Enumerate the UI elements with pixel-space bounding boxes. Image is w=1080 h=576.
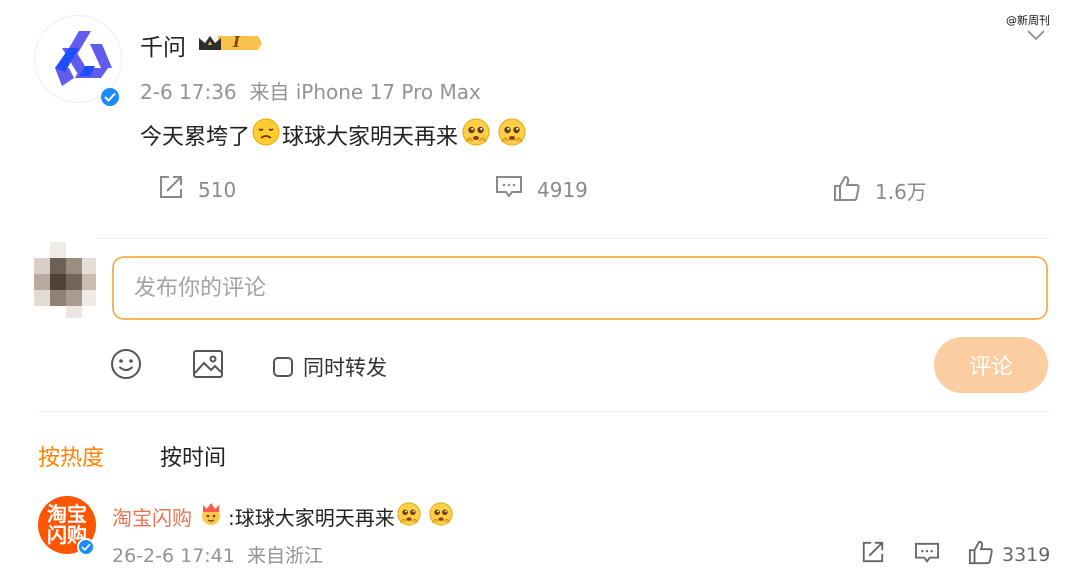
verified-badge-icon xyxy=(77,538,95,556)
comment-icon xyxy=(495,174,523,205)
author-name[interactable]: 千问 xyxy=(140,28,186,62)
share-icon xyxy=(861,540,885,569)
comment-item: 淘宝闪购 :球球大家明天再来 xyxy=(112,502,453,531)
comment-button[interactable]: 4919 xyxy=(495,174,588,205)
comment-count: 4919 xyxy=(537,177,588,202)
comment-reply-button[interactable] xyxy=(914,541,940,570)
comment-author-name[interactable]: 淘宝闪购 xyxy=(112,502,192,531)
pleading-face-icon xyxy=(397,502,421,531)
tab-sort-time[interactable]: 按时间 xyxy=(160,440,226,472)
share-icon xyxy=(158,174,184,205)
comment-icon xyxy=(914,541,940,570)
comment-text: :球球大家明天再来 xyxy=(228,506,395,530)
image-upload-button[interactable] xyxy=(192,349,224,383)
vip-crown-icon xyxy=(198,502,224,531)
post-text-part1: 今天累垮了 xyxy=(140,125,251,150)
repost-checkbox[interactable]: 同时转发 xyxy=(273,352,387,382)
post-meta: 2-6 17:36 来自 iPhone 17 Pro Max xyxy=(140,80,481,104)
level-badge-label: I xyxy=(233,33,241,51)
divider xyxy=(38,238,1050,239)
image-icon xyxy=(192,349,224,383)
checkbox-icon[interactable] xyxy=(273,357,293,377)
member-level-badge[interactable]: I xyxy=(196,32,262,58)
comment-like-button[interactable]: 3319 xyxy=(968,539,1050,570)
emoji-picker-button[interactable] xyxy=(110,348,142,384)
tired-face-icon xyxy=(252,118,280,152)
comment-repost-button[interactable] xyxy=(861,540,885,569)
user-avatar[interactable] xyxy=(34,238,96,320)
pleading-face-icon xyxy=(462,118,490,152)
comment-meta: 26-2-6 17:41 来自浙江 xyxy=(112,545,323,567)
tab-sort-hot[interactable]: 按热度 xyxy=(38,440,104,472)
smiley-icon xyxy=(110,348,142,384)
verified-badge-icon xyxy=(99,86,121,108)
like-button[interactable]: 1.6万 xyxy=(833,174,927,207)
divider xyxy=(38,411,1050,412)
comment-like-count: 3319 xyxy=(1002,543,1051,566)
like-count: 1.6万 xyxy=(875,180,927,204)
post-text-part2: 球球大家明天再来 xyxy=(282,125,459,150)
repost-checkbox-label: 同时转发 xyxy=(303,356,387,380)
repost-count: 510 xyxy=(198,177,237,202)
pleading-face-icon xyxy=(429,502,453,531)
pleading-face-icon xyxy=(498,118,526,152)
chevron-down-icon[interactable] xyxy=(1026,26,1046,45)
post-text: 今天累垮了 球球大家明天再来 xyxy=(140,118,526,152)
submit-comment-button[interactable]: 评论 xyxy=(934,337,1048,393)
comment-input[interactable] xyxy=(112,256,1048,320)
thumbs-up-icon xyxy=(968,539,994,570)
thumbs-up-icon xyxy=(833,174,861,207)
repost-button[interactable]: 510 xyxy=(158,174,236,205)
